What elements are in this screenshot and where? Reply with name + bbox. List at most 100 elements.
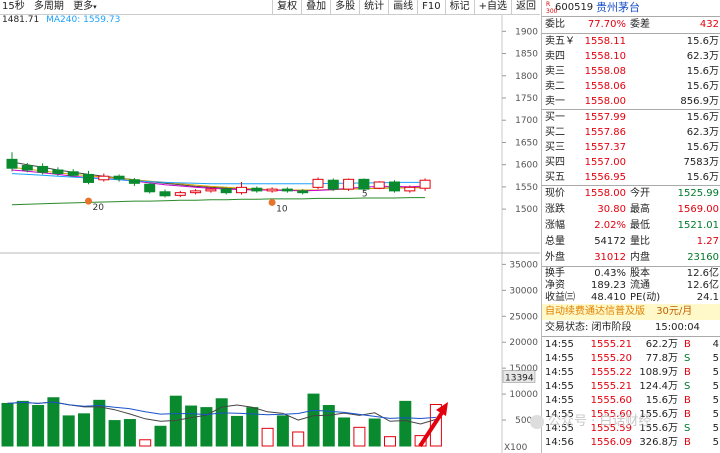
candle-body[interactable] [404, 186, 416, 192]
candle-body[interactable] [37, 165, 49, 173]
volume-bar[interactable] [261, 427, 274, 447]
candle-body[interactable] [205, 188, 217, 192]
volume-bar[interactable] [399, 400, 412, 447]
multi-period-button[interactable]: 多周期 [34, 1, 64, 12]
candle-body[interactable] [159, 191, 171, 197]
candle-body[interactable] [358, 178, 370, 190]
tick-count: 5 [712, 423, 719, 434]
volume-bar[interactable] [154, 425, 167, 447]
stat-value: 30.80 [597, 204, 626, 215]
subscription-banner[interactable]: 自动续费通达信普及版 30元/月 [542, 304, 720, 320]
draw-line-button[interactable]: 画线 [388, 0, 417, 14]
volume-bar[interactable] [292, 431, 305, 447]
tick-volume: 124.4万 [639, 381, 678, 392]
chart-panel[interactable]: 1900 1850 1800 1750 1700 1650 1600 1550 1500 20 10… [0, 0, 540, 453]
stat-value: 1569.00 [677, 204, 719, 215]
multi-stock-button[interactable]: 多股 [330, 0, 359, 14]
volume-bar[interactable] [368, 418, 381, 447]
divider [542, 336, 720, 337]
stat-value: 2.02% [594, 220, 626, 231]
candle-body[interactable] [343, 178, 355, 190]
volume-bar[interactable] [215, 398, 228, 447]
volume-bar[interactable] [47, 397, 60, 447]
ask-row[interactable]: 卖五￥ 1558.11 15.6万 [542, 34, 720, 50]
ask-row[interactable]: 卖四 1558.10 62.3万 [542, 49, 720, 65]
candle-body[interactable] [190, 190, 202, 194]
candle-body[interactable] [67, 171, 79, 176]
fin-value: 189.23 [591, 280, 626, 291]
volume-bar[interactable] [16, 400, 29, 447]
candle-body[interactable] [236, 186, 247, 194]
ask-row[interactable]: 卖二 1558.06 15.6万 [542, 79, 720, 95]
bid-row[interactable]: 买二 1557.86 62.3万 [542, 125, 720, 141]
volume-bar[interactable] [32, 405, 45, 447]
period-selector[interactable]: 15秒 [2, 1, 25, 12]
tick-side: B [684, 367, 691, 378]
f10-button[interactable]: F10 [417, 0, 444, 14]
ask-row[interactable]: 卖三 1558.08 15.6万 [542, 64, 720, 80]
stat-value: 1.27 [696, 236, 719, 247]
volume-bar[interactable] [185, 405, 198, 447]
bid-row[interactable]: 买三 1557.37 15.6万 [542, 140, 720, 156]
level-volume: 15.6万 [686, 81, 719, 92]
candle-body[interactable] [6, 158, 18, 169]
candle-body[interactable] [52, 169, 64, 175]
candle-body[interactable] [297, 190, 309, 194]
level-price: 1558.06 [584, 81, 626, 92]
candle-body[interactable] [83, 173, 94, 183]
candle-body[interactable] [281, 188, 293, 192]
candle-body[interactable] [98, 175, 110, 181]
volume-bar[interactable] [338, 417, 351, 447]
candle-body[interactable] [389, 181, 400, 192]
volume-bar[interactable] [1, 402, 14, 447]
volume-bar[interactable] [108, 420, 121, 447]
candle-body[interactable] [266, 188, 278, 192]
mark-button[interactable]: 标记 [444, 0, 474, 14]
stock-name[interactable]: 贵州茅台 [596, 1, 640, 14]
candle-body[interactable] [312, 178, 324, 188]
bid-row[interactable]: 买四 1557.00 7583万 [542, 155, 720, 171]
fin-label: 收益㈢ [545, 292, 575, 303]
tick-row[interactable]: 14:55 1555.22 108.9万 B 5 [542, 366, 720, 380]
candle-body[interactable] [419, 179, 431, 189]
candle-body[interactable] [113, 175, 125, 180]
bid-row[interactable]: 买一 1557.99 15.6万 [542, 110, 720, 126]
volume-bar[interactable] [384, 436, 396, 447]
tick-row[interactable]: 14:55 1555.20 77.8万 S 5 [542, 352, 720, 366]
back-button[interactable]: 返回 [511, 0, 540, 14]
tick-row[interactable]: 14:55 1555.21 124.4万 S 5 [542, 380, 720, 394]
candle-body[interactable] [251, 187, 263, 192]
volume-bar[interactable] [78, 413, 90, 447]
volume-bar[interactable] [231, 415, 243, 447]
ma-value: 1481.71 [2, 15, 40, 25]
candle-body[interactable] [21, 165, 33, 171]
candle-body[interactable] [373, 181, 385, 189]
candle-body[interactable] [144, 183, 156, 193]
tick-row[interactable]: 14:55 1555.21 62.2万 B 4 [542, 338, 720, 352]
candle-body[interactable] [220, 188, 232, 194]
volume-bar[interactable] [123, 419, 136, 447]
volume-bar[interactable] [353, 426, 366, 447]
volume-bar[interactable] [62, 415, 75, 447]
overlay-button[interactable]: 叠加 [301, 0, 330, 14]
more-button[interactable]: 更多▾ [73, 1, 97, 12]
candle-body[interactable] [174, 192, 186, 196]
tick-row[interactable]: 14:55 1555.60 15.6万 B 5 [542, 394, 720, 408]
tick-row[interactable]: 14:56 1556.09 326.8万 B 5 [542, 436, 720, 450]
tick-time: 14:55 [545, 353, 574, 364]
candle-body[interactable] [128, 179, 140, 184]
ask-row[interactable]: 卖一 1558.00 856.9万 [542, 94, 720, 110]
fuquan-button[interactable]: 复权 [272, 0, 301, 14]
tick-time: 14:55 [545, 395, 574, 406]
kline-chart[interactable]: 1900 1850 1800 1750 1700 1650 1600 1550 1500 20 10… [0, 0, 540, 453]
volume-bar[interactable] [307, 393, 320, 447]
add-watchlist-button[interactable]: +自选 [473, 0, 511, 14]
statistics-button[interactable]: 统计 [359, 0, 388, 14]
bid-row[interactable]: 买五 1556.95 15.6万 [542, 170, 720, 186]
stat-label: 最低 [630, 220, 650, 231]
fin-row: 换手 0.43% 股本 12.6亿 [542, 268, 720, 280]
volume-bar[interactable] [276, 415, 289, 447]
candle-body[interactable] [327, 179, 339, 190]
level-volume: 15.6万 [686, 36, 719, 47]
volume-bar[interactable] [139, 439, 152, 447]
